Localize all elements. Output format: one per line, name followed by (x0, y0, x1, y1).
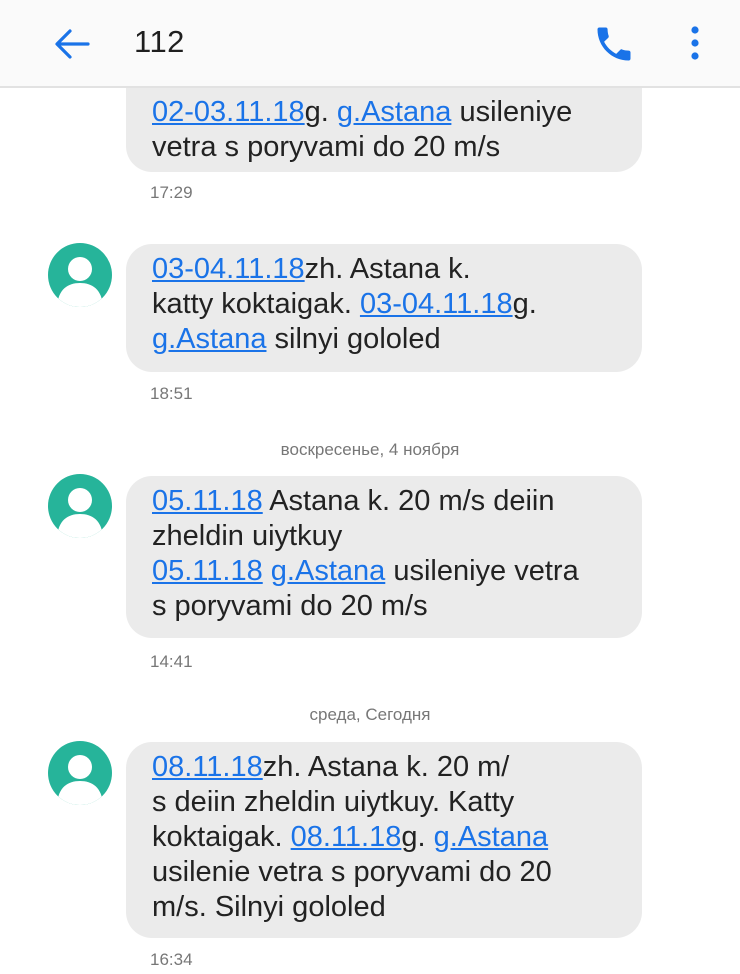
message-line: 05.11.18 Astana k. 20 m/s deiin (152, 484, 620, 519)
message-line: zheldin uiytkuy (152, 519, 620, 554)
message-text: g. (304, 96, 337, 128)
message-time: 17:29 (150, 183, 193, 202)
message-text (263, 555, 271, 587)
message-link[interactable]: g.Astana (434, 821, 548, 853)
message-line: 02-03.11.18g. g.Astana usileniye (152, 95, 620, 130)
message-text: usileniye vetra (385, 555, 579, 587)
message-text: usilenie vetra s poryvami do 20 (152, 856, 552, 888)
message-link[interactable]: g.Astana (271, 555, 385, 587)
message-line: s poryvami do 20 m/s (152, 589, 620, 624)
arrow-left-icon (55, 29, 90, 59)
message-text: koktaigak. (152, 821, 291, 853)
message-text: m/s. Silnyi gololed (152, 891, 386, 923)
message-text: silnyi gololed (266, 323, 441, 355)
message-line: 03-04.11.18zh. Astana k. (152, 252, 620, 287)
date-separator: среда, Сегодня (309, 705, 431, 724)
message-line: g.Astana silnyi gololed (152, 322, 620, 357)
call-button[interactable] (592, 22, 636, 66)
message-time: 18:51 (150, 384, 193, 403)
message-bubble[interactable]: 05.11.18 Astana k. 20 m/s deiin zheldin u… (126, 476, 642, 638)
message-link[interactable]: g.Astana (337, 96, 451, 128)
message-link[interactable]: 05.11.18 (152, 555, 263, 587)
message-link[interactable]: 02-03.11.18 (152, 96, 305, 128)
more-vertical-icon (691, 26, 699, 60)
message-time: 14:41 (150, 652, 193, 671)
message-line: m/s. Silnyi gololed (152, 890, 620, 925)
sender-avatar[interactable] (48, 741, 112, 805)
message-time: 16:34 (150, 950, 193, 969)
person-icon (57, 257, 103, 307)
message-text: g. (512, 288, 537, 320)
conversation-header: 112 (0, 0, 740, 88)
sender-avatar[interactable] (48, 474, 112, 538)
more-options-button[interactable] (680, 22, 710, 66)
message-link[interactable]: 08.11.18 (152, 751, 263, 783)
message-link[interactable]: 03-04.11.18 (360, 288, 513, 320)
message-line: usilenie vetra s poryvami do 20 (152, 855, 620, 890)
sender-avatar[interactable] (48, 243, 112, 307)
message-text: s poryvami do 20 m/s (152, 590, 428, 622)
date-separator: воскресенье, 4 ноября (280, 440, 460, 459)
message-link[interactable]: 08.11.18 (291, 821, 402, 853)
back-button[interactable] (50, 22, 94, 66)
message-text: zheldin uiytkuy (152, 520, 343, 552)
message-link[interactable]: 03-04.11.18 (152, 253, 305, 285)
phone-icon (597, 27, 631, 61)
message-text: katty koktaigak. (152, 288, 360, 320)
message-text: zh. Astana k. (304, 253, 471, 285)
message-bubble[interactable]: 08.11.18zh. Astana k. 20 m/s deiin zheld… (126, 742, 642, 938)
message-line: koktaigak. 08.11.18g. g.Astana (152, 820, 620, 855)
message-link[interactable]: 05.11.18 (152, 485, 263, 517)
message-line: 08.11.18zh. Astana k. 20 m/ (152, 750, 620, 785)
message-text: s deiin zheldin uiytkuy. Katty (152, 786, 515, 818)
person-icon (57, 755, 103, 805)
message-line: katty koktaigak. 03-04.11.18g. (152, 287, 620, 322)
message-line: 05.11.18 g.Astana usileniye vetra (152, 554, 620, 589)
message-line: s deiin zheldin uiytkuy. Katty (152, 785, 620, 820)
message-text: zh. Astana k. 20 m/ (262, 751, 510, 783)
message-text: g. (401, 821, 434, 853)
message-line: vetra s poryvami do 20 m/s (152, 130, 620, 165)
message-text: vetra s poryvami do 20 m/s (152, 131, 501, 163)
person-icon (57, 488, 103, 538)
message-link[interactable]: g.Astana (152, 323, 266, 355)
message-text: usileniye (451, 96, 573, 128)
contact-title: 112 (134, 24, 185, 59)
message-text: Astana k. 20 m/s deiin (262, 485, 555, 517)
message-bubble[interactable]: 03-04.11.18zh. Astana k. katty koktaigak.… (126, 244, 642, 372)
